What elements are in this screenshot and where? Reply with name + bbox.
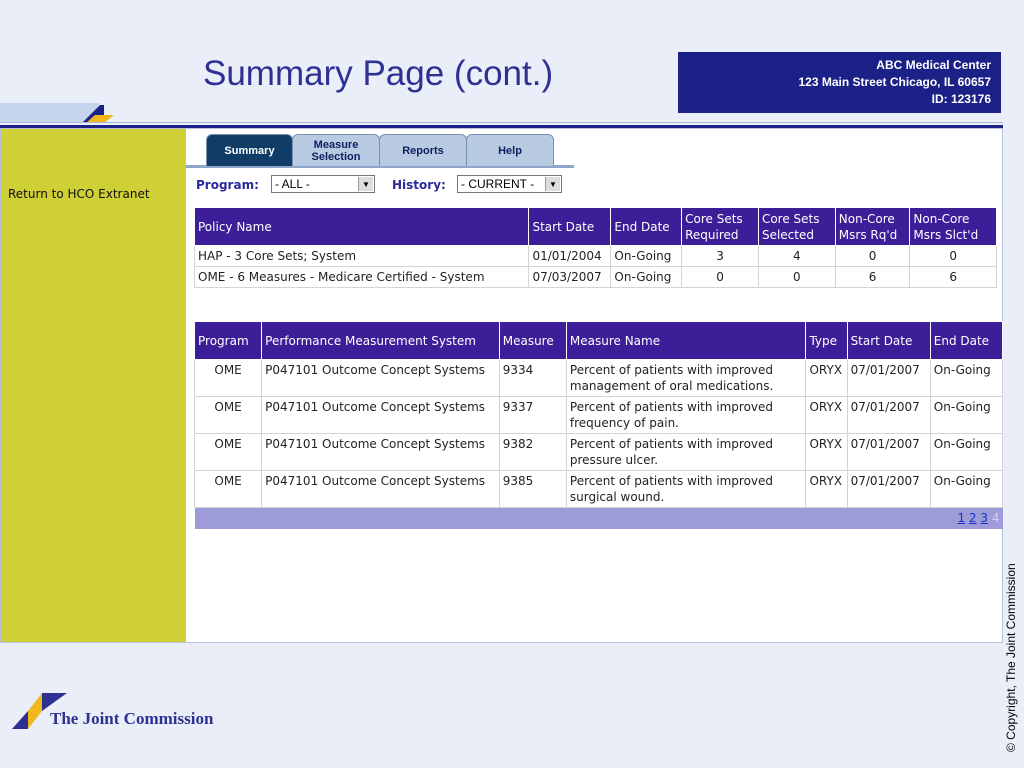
column-header: Non-Core Msrs Rq'd	[834, 207, 911, 246]
column-header: End Date	[610, 207, 683, 246]
page-link-3[interactable]: 3	[980, 511, 988, 525]
tab-reports[interactable]: Reports	[379, 134, 467, 166]
column-header: Start Date	[528, 207, 612, 246]
program-select[interactable]: - ALL - ▼	[271, 175, 375, 193]
page-link-1[interactable]: 1	[957, 511, 965, 525]
non-core-required: 0	[834, 245, 911, 267]
program-cell: OME	[193, 433, 263, 471]
column-header: Type	[805, 321, 848, 360]
policy-name: OME - 6 Measures - Medicare Certified - …	[193, 266, 530, 288]
program-cell: OME	[193, 396, 263, 434]
column-header: End Date	[929, 321, 1004, 360]
column-header: Measure Name	[565, 321, 807, 360]
organization-name: ABC Medical Center	[876, 58, 991, 72]
column-header: Performance Measurement System	[261, 321, 500, 360]
logo-text: The Joint Commission	[50, 709, 214, 728]
type-cell: ORYX	[805, 359, 848, 397]
history-label: History:	[392, 178, 446, 192]
type-cell: ORYX	[805, 470, 848, 508]
tab-help[interactable]: Help	[466, 134, 554, 166]
measure-table-header-row: Program Performance Measurement System M…	[193, 321, 1004, 360]
table-row: OME P047101 Outcome Concept Systems 9337…	[193, 396, 1004, 434]
measure-name-cell: Percent of patients with improved freque…	[565, 396, 807, 434]
pms-cell: P047101 Outcome Concept Systems	[261, 433, 500, 471]
measure-name-cell: Percent of patients with improved pressu…	[565, 433, 807, 471]
pms-cell: P047101 Outcome Concept Systems	[261, 396, 500, 434]
measure-table: Program Performance Measurement System M…	[193, 321, 1004, 529]
end-date-cell: On-Going	[929, 470, 1004, 508]
table-row: OME - 6 Measures - Medicare Certified - …	[193, 266, 997, 288]
measure-cell: 9382	[498, 433, 567, 471]
core-sets-required: 3	[681, 245, 759, 267]
start-date-cell: 07/01/2007	[846, 470, 931, 508]
program-cell: OME	[193, 359, 263, 397]
non-core-required: 6	[834, 266, 911, 288]
pager: 1 2 3 4	[194, 507, 1003, 529]
measure-name-cell: Percent of patients with improved surgic…	[565, 470, 807, 508]
copyright-text: © Copyright, The Joint Commission	[1004, 563, 1018, 752]
start-date-cell: 07/01/2007	[846, 396, 931, 434]
pms-cell: P047101 Outcome Concept Systems	[261, 470, 500, 508]
current-page: 4	[991, 511, 1000, 525]
column-header: Non-Core Msrs Slct'd	[909, 207, 997, 246]
chevron-down-icon: ▼	[545, 177, 560, 191]
start-date-cell: 07/01/2007	[846, 359, 931, 397]
table-row: HAP - 3 Core Sets; System 01/01/2004 On-…	[193, 245, 997, 267]
table-row: OME P047101 Outcome Concept Systems 9385…	[193, 470, 1004, 508]
app-frame: Return to HCO Extranet Summary Measure S…	[0, 128, 1004, 643]
column-header: Start Date	[846, 321, 931, 360]
measure-name-cell: Percent of patients with improved manage…	[565, 359, 807, 397]
column-header: Core Sets Required	[681, 207, 759, 246]
column-header: Measure	[498, 321, 567, 360]
sidebar: Return to HCO Extranet	[1, 129, 186, 642]
history-select[interactable]: - CURRENT - ▼	[457, 175, 562, 193]
chevron-down-icon: ▼	[358, 177, 373, 191]
tab-measure-selection-label: Measure Selection	[311, 138, 361, 163]
program-cell: OME	[193, 470, 263, 508]
end-date: On-Going	[610, 245, 683, 267]
non-core-selected: 6	[909, 266, 997, 288]
end-date-cell: On-Going	[929, 359, 1004, 397]
end-date-cell: On-Going	[929, 433, 1004, 471]
table-row: OME P047101 Outcome Concept Systems 9334…	[193, 359, 1004, 397]
core-sets-selected: 4	[757, 245, 836, 267]
type-cell: ORYX	[805, 433, 848, 471]
end-date-cell: On-Going	[929, 396, 1004, 434]
tab-measure-selection[interactable]: Measure Selection	[292, 134, 380, 166]
start-date-cell: 07/01/2007	[846, 433, 931, 471]
core-sets-required: 0	[681, 266, 759, 288]
measure-cell: 9385	[498, 470, 567, 508]
start-date: 07/03/2007	[528, 266, 612, 288]
pms-cell: P047101 Outcome Concept Systems	[261, 359, 500, 397]
program-label: Program:	[196, 178, 259, 192]
policy-table: Policy Name Start Date End Date Core Set…	[193, 207, 997, 288]
tab-summary[interactable]: Summary	[206, 134, 293, 166]
header-bar	[0, 103, 1003, 128]
column-header: Program	[193, 321, 263, 360]
pager-row: 1 2 3 4	[194, 507, 1003, 529]
logo-shape-icon	[0, 103, 114, 123]
measure-cell: 9337	[498, 396, 567, 434]
start-date: 01/01/2004	[528, 245, 612, 267]
policy-table-header-row: Policy Name Start Date End Date Core Set…	[193, 207, 997, 246]
policy-name: HAP - 3 Core Sets; System	[193, 245, 530, 267]
return-to-extranet-link[interactable]: Return to HCO Extranet	[8, 187, 150, 201]
core-sets-selected: 0	[757, 266, 836, 288]
history-select-value: - CURRENT -	[461, 177, 535, 191]
column-header: Policy Name	[193, 207, 530, 246]
page-link-2[interactable]: 2	[969, 511, 977, 525]
program-select-value: - ALL -	[275, 177, 310, 191]
type-cell: ORYX	[805, 396, 848, 434]
non-core-selected: 0	[909, 245, 997, 267]
slide-title: Summary Page (cont.)	[203, 54, 554, 93]
organization-address: 123 Main Street Chicago, IL 60657	[798, 75, 991, 89]
end-date: On-Going	[610, 266, 683, 288]
table-row: OME P047101 Outcome Concept Systems 9382…	[193, 433, 1004, 471]
measure-cell: 9334	[498, 359, 567, 397]
column-header: Core Sets Selected	[757, 207, 836, 246]
